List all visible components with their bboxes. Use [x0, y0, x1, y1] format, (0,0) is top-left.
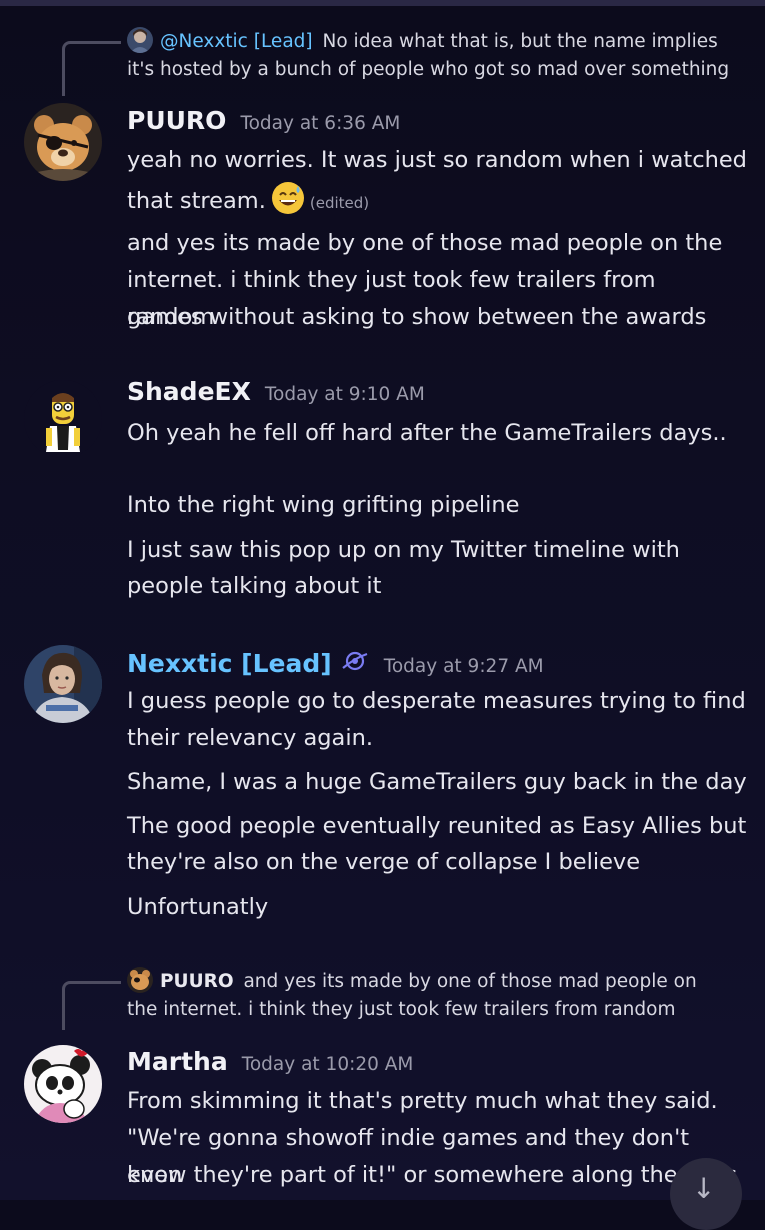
reply-author[interactable]: PUURO [160, 971, 234, 992]
username[interactable]: PUURO [127, 106, 226, 135]
message-line: they're also on the verge of collapse I … [127, 849, 641, 875]
reply-text-line: No idea what that is, but the name impli… [322, 31, 718, 52]
message-line: Oh yeah he fell off hard after the GameT… [127, 420, 727, 446]
message-line: Shame, I was a huge GameTrailers guy bac… [127, 769, 747, 795]
message-line: people talking about it [127, 573, 382, 599]
top-bar [0, 0, 765, 6]
sci-fi-character-avatar-icon [24, 645, 102, 723]
timestamp[interactable]: Today at 10:20 AM [242, 1054, 414, 1075]
message-line: I just saw this pop up on my Twitter tim… [127, 537, 680, 563]
username[interactable]: ShadeEX [127, 377, 251, 406]
message-line: that stream. (edited) [127, 180, 747, 222]
message-line: their relevancy again. [127, 725, 373, 751]
message-line: Unfortunatly [127, 894, 269, 920]
jump-to-bottom-button[interactable]: ↓ [670, 1158, 742, 1230]
planet-badge-icon [341, 651, 368, 671]
timestamp[interactable]: Today at 9:10 AM [265, 384, 425, 405]
avatar[interactable] [24, 1045, 102, 1123]
message-line: yeah no worries. It was just so random w… [127, 147, 747, 173]
reply-avatar-icon [127, 27, 153, 53]
reply-author[interactable]: @Nexxtic [Lead] [160, 31, 313, 52]
reply-preview[interactable]: PUURO and yes its made by one of those m… [127, 967, 742, 1024]
avatar[interactable] [24, 645, 102, 723]
reply-avatar-icon [127, 967, 153, 993]
panda-avatar-icon [24, 1045, 102, 1123]
reply-text-line: and yes its made by one of those mad peo… [243, 971, 697, 992]
avatar[interactable] [24, 103, 102, 181]
message-header: Nexxtic [Lead] Today at 9:27 AM [127, 646, 544, 678]
message-line: know they're part of it!" or somewhere a… [127, 1162, 738, 1188]
avatar[interactable] [24, 380, 102, 458]
message-header: Martha Today at 10:20 AM [127, 1047, 413, 1076]
reply-connector [62, 981, 121, 1030]
bear-avatar-icon [24, 103, 102, 181]
username[interactable]: Nexxtic [Lead] [127, 649, 332, 678]
reply-connector [62, 41, 121, 96]
jump-to-bottom-icon: ↓ [692, 1172, 716, 1205]
username[interactable]: Martha [127, 1047, 228, 1076]
reply-text-line: the internet. i think they just took few… [127, 999, 676, 1020]
timestamp[interactable]: Today at 9:27 AM [384, 656, 544, 677]
reply-text-line: it's hosted by a bunch of people who got… [127, 59, 730, 80]
message-line: The good people eventually reunited as E… [127, 813, 747, 839]
timestamp[interactable]: Today at 6:36 AM [240, 113, 400, 134]
message-line: and yes its made by one of those mad peo… [127, 230, 723, 256]
message-line: From skimming it that's pretty much what… [127, 1088, 718, 1114]
edited-label: (edited) [309, 194, 370, 212]
cartoon-character-avatar-icon [24, 380, 102, 458]
sweat-smile-emoji-icon [271, 182, 304, 214]
reply-preview[interactable]: @Nexxtic [Lead] No idea what that is, bu… [127, 27, 742, 84]
message-line: I guess people go to desperate measures … [127, 688, 746, 714]
message-line: Into the right wing grifting pipeline [127, 492, 520, 518]
message-header: ShadeEX Today at 9:10 AM [127, 377, 425, 406]
message-line: games without asking to show between the… [127, 304, 707, 330]
message-header: PUURO Today at 6:36 AM [127, 106, 400, 135]
